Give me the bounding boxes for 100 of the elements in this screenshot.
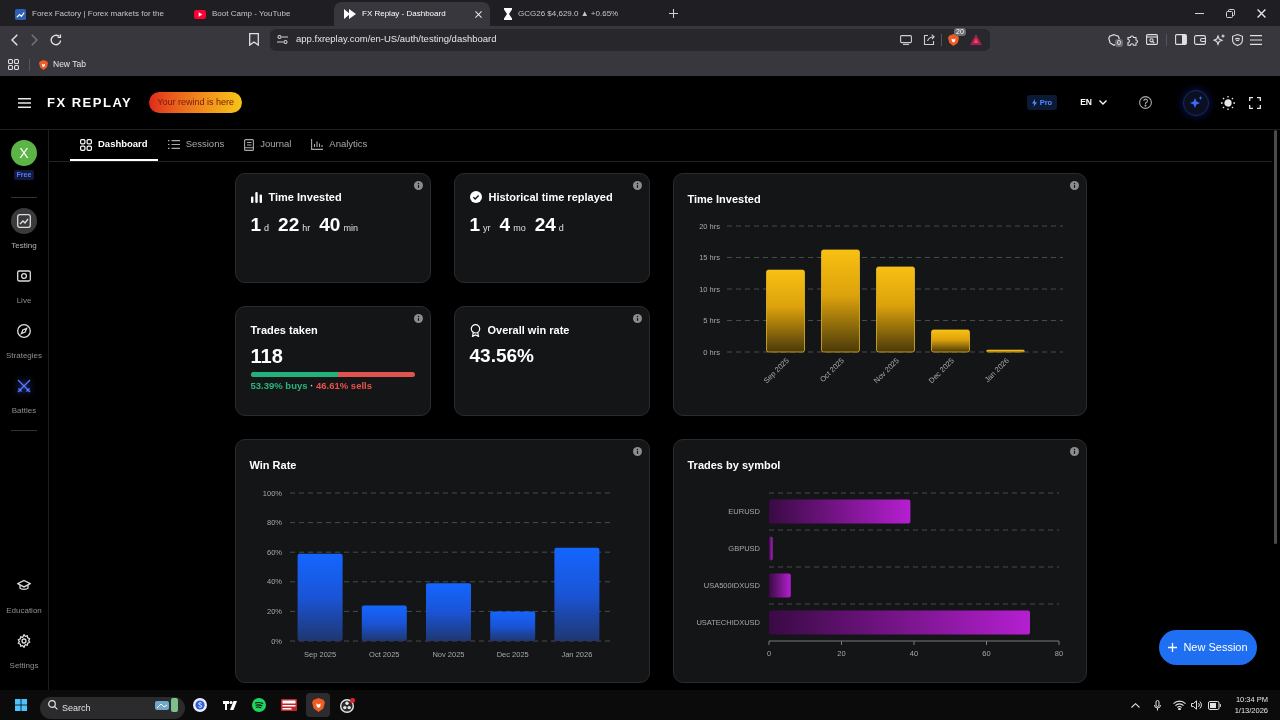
- minimize-icon[interactable]: [1195, 12, 1204, 14]
- battery-icon[interactable]: [1207, 700, 1221, 710]
- info-icon[interactable]: [413, 181, 423, 190]
- browser-tab[interactable]: Forex Factory | Forex markets for the: [5, 2, 180, 26]
- chevron-down-icon: [1099, 100, 1107, 105]
- wallet-icon[interactable]: [1194, 34, 1206, 45]
- new-session-button[interactable]: New Session: [1159, 630, 1257, 665]
- buy-sell-text: 53.39% buys · 46.61% sells: [250, 380, 372, 391]
- card-title: Time Invested: [268, 189, 342, 205]
- info-icon[interactable]: [1069, 181, 1079, 190]
- chart-bar: [768, 536, 773, 561]
- search-field[interactable]: Search: [40, 697, 185, 719]
- stat-unit: hr: [302, 222, 311, 235]
- apps-grid-icon[interactable]: [8, 59, 19, 70]
- info-icon[interactable]: [632, 447, 642, 456]
- double-play-icon: [344, 9, 356, 19]
- browser-tab[interactable]: FX Replay - Dashboard: [334, 2, 490, 26]
- check-circle-icon: [469, 191, 482, 203]
- speaker-icon[interactable]: [1190, 700, 1202, 710]
- triangle-icon[interactable]: [970, 34, 982, 45]
- stat-unit: d: [264, 222, 270, 235]
- back-icon[interactable]: [11, 33, 18, 46]
- site-settings-icon[interactable]: [277, 35, 288, 44]
- nav-tab[interactable]: Analytics: [301, 130, 378, 161]
- shield-outline-icon[interactable]: [1108, 33, 1120, 46]
- grid-icon: [80, 138, 92, 151]
- nav-tab[interactable]: Journal: [234, 130, 302, 161]
- ring-dots-icon: [340, 697, 355, 713]
- card-title: Trades by symbol: [687, 458, 781, 472]
- play-favicon-icon: [194, 9, 206, 19]
- menu-icon[interactable]: [18, 97, 31, 108]
- search-icon: [48, 700, 58, 710]
- sidebar-item[interactable]: Live: [11, 263, 37, 306]
- crossed-swords-icon: [17, 379, 31, 393]
- sidebar-item[interactable]: Settings: [9, 628, 39, 671]
- sparkle-icon[interactable]: [1213, 33, 1225, 46]
- shield-icon[interactable]: [1232, 33, 1243, 46]
- scrollbar-thumb[interactable]: [1274, 130, 1277, 544]
- chevron-up-icon[interactable]: [1130, 702, 1140, 708]
- reload-icon[interactable]: [50, 33, 62, 46]
- new-tab-icon[interactable]: [669, 8, 678, 18]
- taskbar-app[interactable]: [306, 693, 330, 717]
- microphone-icon[interactable]: [1153, 699, 1161, 711]
- info-icon[interactable]: [1069, 447, 1079, 456]
- promo-pill[interactable]: Your rewind is here: [149, 92, 242, 113]
- fullscreen-icon[interactable]: [1249, 96, 1261, 109]
- stat-unit: min: [343, 222, 358, 235]
- puzzle-icon[interactable]: [1127, 33, 1139, 46]
- shield-icon[interactable]: [948, 33, 959, 46]
- forward-icon[interactable]: [31, 33, 38, 46]
- stat-value: 1: [250, 214, 262, 236]
- address-text: app.fxreplay.com/en-US/auth/testing/dashboard: [296, 32, 497, 47]
- wifi-icon[interactable]: [1172, 700, 1186, 710]
- graduation-cap-icon: [17, 579, 31, 593]
- nav-tab[interactable]: Dashboard: [70, 130, 158, 161]
- sidebar-icon[interactable]: [1175, 34, 1187, 45]
- sparkle-icon: [1189, 95, 1203, 110]
- banknote-icon: [17, 269, 31, 283]
- stat-value: 1: [469, 214, 481, 236]
- s-logo-icon: [193, 698, 207, 712]
- restore-icon[interactable]: [1226, 8, 1235, 18]
- app-logo[interactable]: FX REPLAY: [47, 92, 133, 113]
- screen-icon[interactable]: [900, 34, 912, 45]
- chart-bar: [489, 611, 535, 641]
- language-selector[interactable]: EN: [1080, 96, 1107, 109]
- info-icon[interactable]: [632, 314, 642, 323]
- sidebar-item[interactable]: Education: [6, 573, 42, 616]
- lightning-icon: [1031, 98, 1037, 107]
- sparkle-button[interactable]: [1183, 89, 1209, 116]
- browser-tab[interactable]: Boot Camp - YouTube: [184, 2, 330, 26]
- stat-unit: yr: [483, 222, 491, 235]
- menu-icon[interactable]: [1250, 34, 1262, 45]
- nav-tab[interactable]: Sessions: [157, 130, 235, 161]
- logo-mark-icon: [222, 700, 237, 710]
- stat-unit: mo: [513, 222, 526, 235]
- sidebar-item[interactable]: Strategies: [6, 318, 42, 361]
- help-icon[interactable]: [1139, 96, 1152, 109]
- stat-unit: d: [558, 222, 564, 235]
- share-icon[interactable]: [923, 34, 935, 45]
- hourglass-icon: [504, 8, 512, 20]
- compass-icon: [17, 324, 31, 338]
- card-title: Trades taken: [250, 322, 318, 338]
- close-icon[interactable]: [1257, 8, 1266, 18]
- bookmark-icon[interactable]: [249, 33, 259, 46]
- browser-tab[interactable]: GCG26 $4,629.0 ▲ +0.65%: [494, 2, 660, 26]
- info-icon[interactable]: [413, 314, 423, 323]
- four-squares-icon[interactable]: [15, 699, 27, 711]
- close-icon[interactable]: [475, 10, 482, 18]
- bar-chart-icon: [311, 139, 324, 150]
- info-icon[interactable]: [632, 181, 642, 190]
- stat-value: 4: [499, 214, 511, 236]
- shield-icon: [311, 698, 325, 712]
- sidebar-item[interactable]: Battles: [11, 373, 37, 416]
- chart-favicon-icon: [15, 8, 26, 20]
- bookmark-link[interactable]: New Tab: [39, 58, 86, 71]
- window-search-icon[interactable]: [1146, 34, 1158, 45]
- chart-bar: [768, 573, 791, 598]
- chart-bar: [425, 583, 471, 641]
- sun-icon[interactable]: [1221, 95, 1235, 110]
- sidebar-item[interactable]: Testing: [11, 208, 37, 251]
